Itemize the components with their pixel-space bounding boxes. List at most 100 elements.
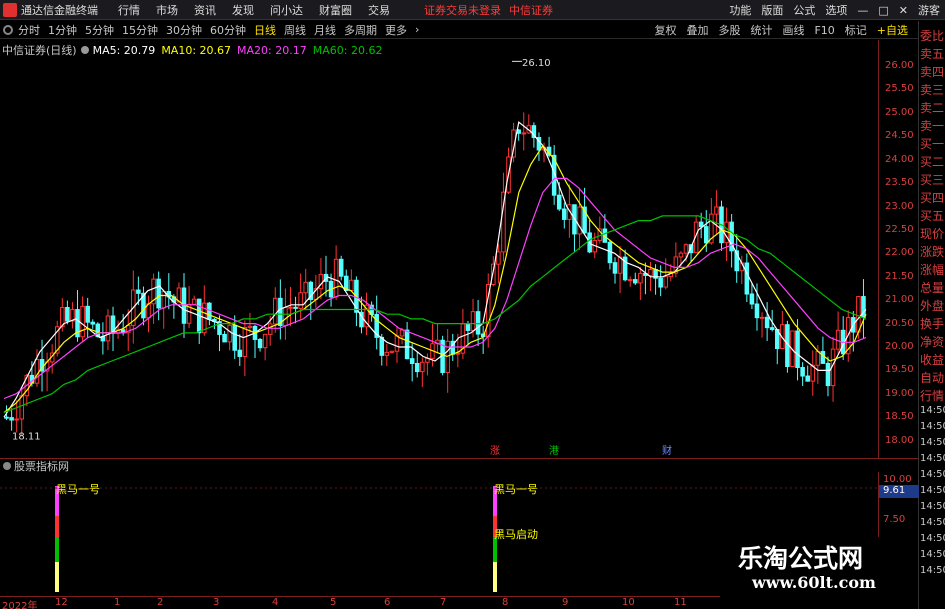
period-30min[interactable]: 30分钟: [166, 22, 202, 38]
period-60min[interactable]: 60分钟: [210, 22, 246, 38]
period-toolbar: 分时 1分钟 5分钟 15分钟 30分钟 60分钟 日线 周线 月线 多周期 更…: [0, 21, 945, 39]
menu-trade[interactable]: 交易: [368, 2, 390, 18]
menu-options[interactable]: 选项: [825, 2, 847, 18]
side-panel-item[interactable]: 卖三: [920, 81, 944, 98]
price-tick: 18.50: [885, 411, 914, 423]
side-panel-item[interactable]: 卖一: [920, 117, 944, 134]
price-tick: 24.00: [885, 153, 914, 165]
side-panel-item[interactable]: 14:50: [920, 549, 945, 560]
candle-body: [232, 324, 237, 351]
side-panel-item[interactable]: 收益: [920, 351, 944, 368]
price-tick: 25.50: [885, 83, 914, 95]
login-status[interactable]: 证券交易未登录: [424, 2, 501, 18]
date-tick: 12: [55, 597, 68, 608]
candlestick-chart[interactable]: 26.10 18.11 涨 港 财: [0, 40, 878, 458]
side-panel-item[interactable]: 净资: [920, 333, 944, 350]
side-panel-item[interactable]: 买二: [920, 153, 944, 170]
guest-label[interactable]: 游客: [918, 2, 940, 18]
period-15min[interactable]: 15分钟: [122, 22, 158, 38]
candle-body: [237, 349, 243, 357]
event-marker[interactable]: 港: [549, 445, 559, 457]
indicator-settings-icon[interactable]: [80, 46, 89, 54]
toolbar-f10[interactable]: F10: [814, 24, 834, 37]
period-monthly[interactable]: 月线: [314, 22, 336, 38]
toolbar-multi-stock[interactable]: 多股: [718, 22, 740, 38]
side-panel-item[interactable]: 14:50: [920, 437, 945, 448]
side-panel-item[interactable]: 14:50: [920, 565, 945, 576]
event-marker[interactable]: 财: [662, 444, 672, 457]
settings-gear-icon[interactable]: [3, 24, 13, 35]
candle-body: [283, 307, 288, 327]
menu-formula[interactable]: 公式: [793, 2, 815, 18]
period-5min[interactable]: 5分钟: [85, 22, 114, 38]
menu-news[interactable]: 资讯: [194, 2, 216, 18]
side-panel-item[interactable]: 卖四: [920, 63, 944, 80]
side-panel-item[interactable]: 14:50: [920, 469, 945, 480]
chevron-right-icon[interactable]: ›: [415, 23, 419, 36]
price-tick: 22.00: [885, 247, 914, 259]
toolbar-overlay[interactable]: 叠加: [686, 22, 708, 38]
side-panel-item[interactable]: 14:50: [920, 405, 945, 416]
date-tick: 8: [502, 597, 509, 608]
side-panel-item[interactable]: 行情: [920, 387, 944, 404]
side-panel-item[interactable]: 现价: [920, 225, 944, 242]
indicator-settings-dot-icon[interactable]: [3, 462, 11, 470]
toolbar-adjust[interactable]: 复权: [654, 22, 676, 38]
side-panel-item[interactable]: 换手: [920, 315, 944, 332]
menu-market[interactable]: 行情: [118, 2, 140, 18]
period-daily[interactable]: 日线: [254, 22, 276, 38]
menu-layout[interactable]: 版面: [761, 2, 783, 18]
menu-ask[interactable]: 问小达: [270, 2, 303, 18]
side-panel-item[interactable]: 买四: [920, 189, 944, 206]
side-panel-item[interactable]: 卖五: [920, 45, 944, 62]
site-watermark: 乐淘公式网 www.60lt.com: [720, 537, 918, 597]
side-panel-item[interactable]: 涨幅: [920, 261, 944, 278]
candle-body: [85, 305, 90, 323]
signal-label-2: 黑马一号: [494, 483, 538, 496]
side-panel-item[interactable]: 外盘: [920, 297, 944, 314]
side-panel-item[interactable]: 买一: [920, 135, 944, 152]
date-tick: 7: [440, 597, 447, 608]
side-panel-item[interactable]: 14:50: [920, 421, 945, 432]
toolbar-stats[interactable]: 统计: [750, 22, 772, 38]
period-multi[interactable]: 多周期: [344, 22, 377, 38]
candle-body: [267, 323, 273, 335]
period-weekly[interactable]: 周线: [284, 22, 306, 38]
price-tick: 23.00: [885, 200, 914, 212]
side-panel-item[interactable]: 总量: [920, 279, 944, 296]
candle-body: [420, 361, 425, 373]
side-panel-item[interactable]: 卖二: [920, 99, 944, 116]
side-panel-item[interactable]: 涨跌: [920, 243, 944, 260]
period-tick[interactable]: 分时: [18, 22, 40, 38]
candle-body: [698, 221, 704, 228]
side-panel-item[interactable]: 14:50: [920, 453, 945, 464]
close-icon[interactable]: ✕: [899, 4, 908, 17]
toolbar-mark[interactable]: 标记: [845, 22, 867, 38]
menu-wealth[interactable]: 财富圈: [319, 2, 352, 18]
menu-discover[interactable]: 发现: [232, 2, 254, 18]
side-panel-item[interactable]: 14:50: [920, 501, 945, 512]
event-marker[interactable]: 涨: [490, 445, 500, 457]
maximize-icon[interactable]: □: [878, 4, 888, 17]
candle-body: [648, 269, 653, 276]
menu-function[interactable]: 功能: [729, 2, 751, 18]
side-panel-item[interactable]: 14:50: [920, 533, 945, 544]
side-panel-item[interactable]: 自动: [920, 369, 944, 386]
toolbar-draw[interactable]: 画线: [782, 22, 804, 38]
legend-ma60: MA60: 20.62: [312, 43, 383, 57]
period-1min[interactable]: 1分钟: [48, 22, 77, 38]
menu-market-center[interactable]: 市场: [156, 2, 178, 18]
side-panel-item[interactable]: 买五: [920, 207, 944, 224]
candle-body: [769, 327, 775, 330]
candle-body: [820, 350, 826, 364]
toolbar-add-watchlist[interactable]: +自选: [877, 22, 908, 38]
side-panel-item[interactable]: 14:50: [920, 517, 945, 528]
candle-body: [156, 278, 161, 309]
minimize-icon[interactable]: —: [857, 4, 868, 17]
period-more[interactable]: 更多: [385, 22, 407, 38]
candle-body: [333, 258, 339, 298]
side-panel-item[interactable]: 14:50: [920, 485, 945, 496]
side-panel-item[interactable]: 买三: [920, 171, 944, 188]
broker-name[interactable]: 中信证券: [509, 2, 553, 18]
side-panel-item[interactable]: 委比: [920, 27, 944, 44]
